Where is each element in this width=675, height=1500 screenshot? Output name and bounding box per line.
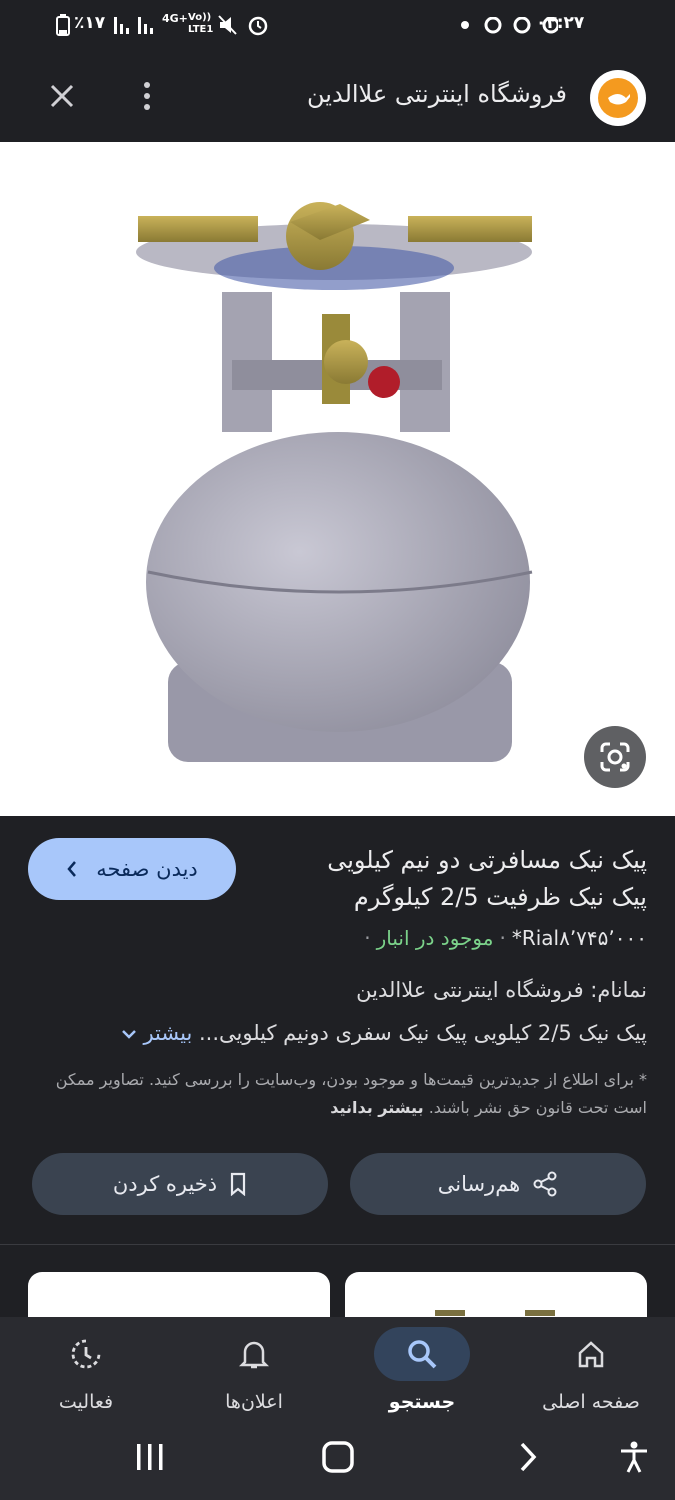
back-button[interactable] bbox=[498, 1432, 558, 1482]
product-image[interactable] bbox=[0, 142, 675, 816]
divider bbox=[0, 1244, 675, 1245]
notification-icons bbox=[461, 17, 558, 34]
disclaimer: * برای اطلاع از جدیدترین قیمت‌ها و موجود… bbox=[47, 1066, 647, 1122]
product-price: Rial۸٬۷۴۵٬۰۰۰* bbox=[511, 926, 647, 950]
view-page-label: دیدن صفحه bbox=[96, 857, 198, 881]
nav-label-notifications: اعلان‌ها bbox=[225, 1391, 283, 1413]
nav-item-home[interactable]: صفحه اصلی bbox=[507, 1317, 675, 1427]
chevron-right-icon bbox=[520, 1442, 537, 1472]
page-title: فروشگاه اینترنتی علاالدین bbox=[307, 80, 567, 108]
aladdin-lamp-logo bbox=[608, 94, 630, 105]
gas-stove-photo bbox=[136, 202, 533, 762]
nav-item-notifications[interactable]: اعلان‌ها bbox=[170, 1317, 338, 1427]
nav-item-search[interactable]: جستجو bbox=[338, 1317, 506, 1427]
activity-icon bbox=[71, 1339, 101, 1369]
product-title: پیک نیک مسافرتی دو نیم کیلویی پیک نیک ظر… bbox=[267, 842, 647, 916]
description-text: پیک نیک 2/5 کیلویی پیک نیک سفری دونیم کی… bbox=[198, 1021, 647, 1045]
share-label: هم‌رسانی bbox=[437, 1172, 521, 1196]
accessibility-button[interactable] bbox=[604, 1432, 664, 1482]
save-label: ذخیره کردن bbox=[112, 1172, 218, 1196]
related-product-thumbnail bbox=[435, 1310, 555, 1316]
recent-apps-icon bbox=[137, 1444, 163, 1470]
store-logo bbox=[590, 70, 646, 126]
share-button[interactable]: هم‌رسانی bbox=[350, 1153, 646, 1215]
nav-label-activity: فعالیت bbox=[58, 1391, 114, 1413]
close-icon bbox=[50, 84, 74, 108]
bell-icon bbox=[239, 1341, 269, 1369]
search-icon bbox=[408, 1340, 437, 1369]
seller-name: نمانام: فروشگاه اینترنتی علاالدین bbox=[356, 978, 647, 1002]
signal-icon bbox=[114, 17, 153, 34]
more-options-button[interactable] bbox=[131, 76, 163, 116]
more-vert-icon bbox=[144, 82, 150, 88]
bookmark-icon bbox=[231, 1172, 246, 1196]
home-icon bbox=[578, 1341, 604, 1368]
related-product-card[interactable] bbox=[345, 1272, 647, 1322]
nav-item-activity[interactable]: فعالیت bbox=[2, 1317, 170, 1427]
product-description: پیک نیک 2/5 کیلویی پیک نیک سفری دونیم کی… bbox=[27, 1021, 647, 1045]
accessibility-icon bbox=[621, 1441, 647, 1473]
product-title-line2: پیک نیک ظرفیت 2/5 کیلوگرم bbox=[353, 883, 647, 911]
battery-percent: ٪۱۷ bbox=[74, 13, 106, 33]
learn-more-link[interactable]: بیشتر بدانید bbox=[330, 1098, 423, 1117]
nav-label-search: جستجو bbox=[388, 1391, 456, 1413]
stock-status: موجود در انبار bbox=[376, 926, 494, 950]
view-page-button[interactable]: دیدن صفحه bbox=[28, 838, 236, 900]
related-product-card[interactable] bbox=[28, 1272, 330, 1322]
more-link[interactable]: بیشتر bbox=[121, 1021, 192, 1045]
network-label: 4G+ bbox=[162, 12, 188, 25]
battery-icon bbox=[56, 14, 70, 36]
nav-label-home: صفحه اصلی bbox=[542, 1391, 640, 1413]
product-title-line1: پیک نیک مسافرتی دو نیم کیلویی bbox=[327, 846, 647, 874]
price-line: Rial۸٬۷۴۵٬۰۰۰*·موجود در انبار· bbox=[364, 926, 647, 950]
status-bar: ۰۲:۲۷ ٪۱۷ 4G+ Vo)) LTE1 bbox=[0, 0, 675, 50]
save-button[interactable]: ذخیره کردن bbox=[32, 1153, 328, 1215]
app-header: فروشگاه اینترنتی علاالدین bbox=[0, 50, 675, 142]
google-lens-button[interactable] bbox=[584, 726, 646, 788]
mute-alarm-icons bbox=[218, 15, 268, 36]
chevron-left-icon bbox=[67, 861, 77, 877]
home-square-icon bbox=[322, 1441, 354, 1473]
recent-apps-button[interactable] bbox=[120, 1432, 180, 1482]
close-button[interactable] bbox=[42, 76, 82, 116]
share-icon bbox=[533, 1171, 557, 1197]
home-system-button[interactable] bbox=[308, 1432, 368, 1482]
volte-label: Vo)) LTE1 bbox=[188, 12, 214, 35]
lens-icon bbox=[600, 742, 630, 772]
chevron-down-icon bbox=[121, 1030, 136, 1039]
